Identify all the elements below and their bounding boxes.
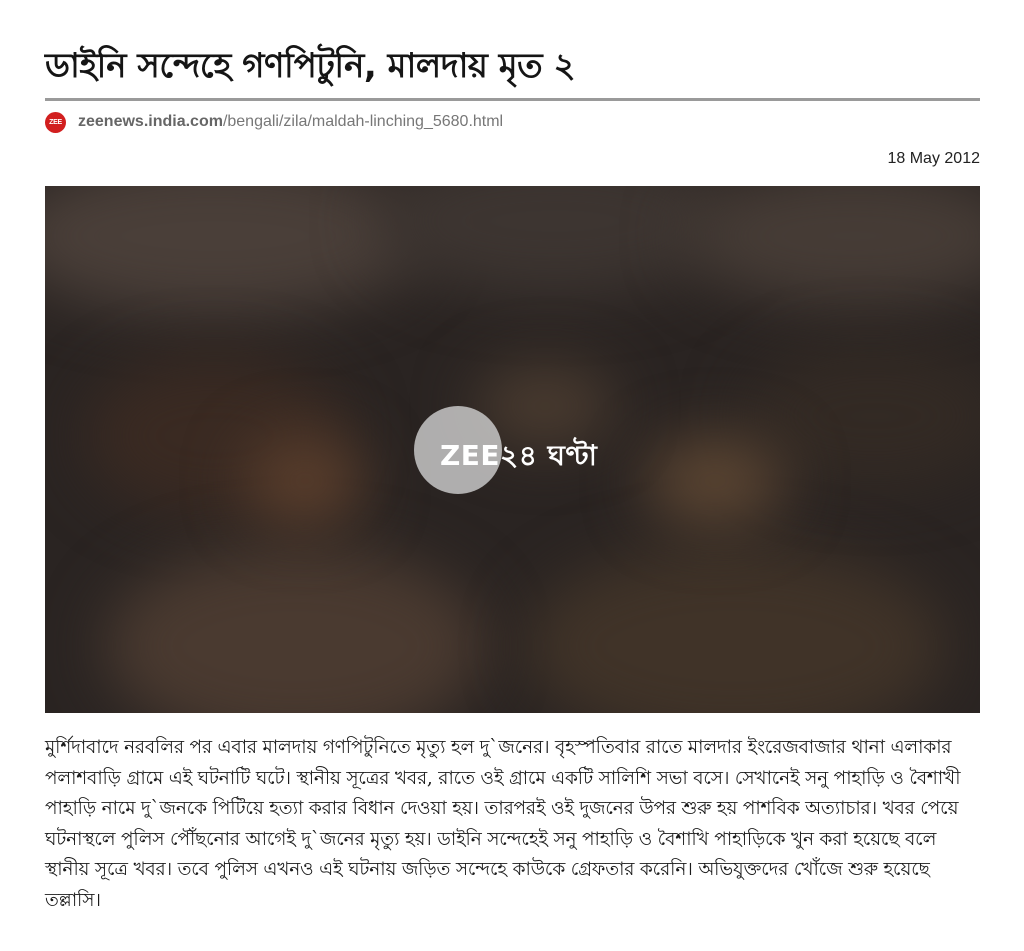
- publish-date: 18 May 2012: [887, 150, 980, 167]
- logo-text: ZEE২৪ ঘণ্টা: [440, 439, 598, 472]
- source-link[interactable]: zeenews.india.com/bengali/zila/maldah-li…: [78, 113, 503, 131]
- article: ডাইনি সন্দেহে গণপিটুনি, মালদায় মৃত ২ ZE…: [45, 0, 980, 916]
- headline: ডাইনি সন্দেহে গণপিটুনি, মালদায় মৃত ২: [45, 46, 576, 86]
- source-path: /bengali/zila/maldah-linching_5680.html: [222, 113, 504, 130]
- zee-favicon-icon: ZEE: [45, 111, 66, 133]
- article-image: ZEE২৪ ঘণ্টা: [45, 186, 980, 713]
- headline-divider: [45, 98, 980, 101]
- source-domain: zeenews.india.com: [78, 113, 223, 130]
- source-row: ZEE zeenews.india.com/bengali/zila/malda…: [45, 110, 980, 134]
- zee24ghanta-logo: ZEE২৪ ঘণ্টা: [414, 406, 597, 494]
- article-body: মুর্শিদাবাদে নরবলির পর এবার মালদায় গণপি…: [45, 737, 961, 911]
